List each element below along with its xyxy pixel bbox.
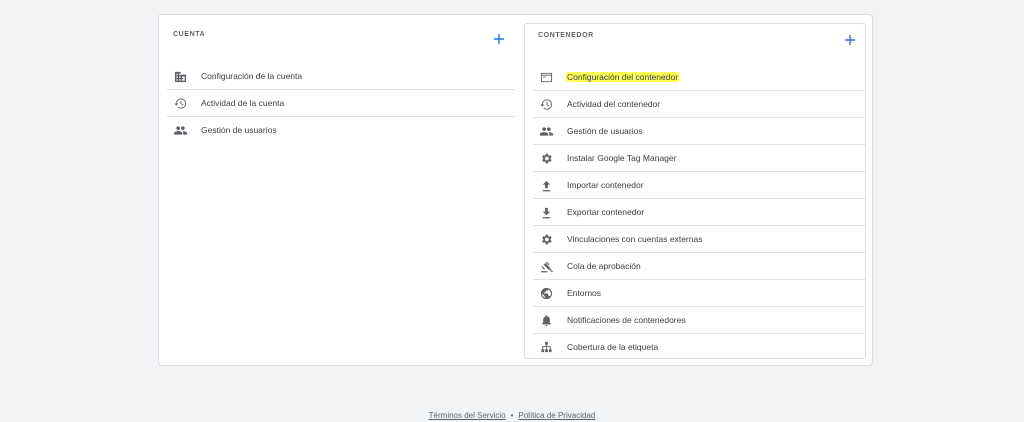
footer-separator: • bbox=[510, 411, 514, 420]
container-menu-item-label: Importar contenedor bbox=[567, 180, 644, 190]
container-section-title: CONTENEDOR bbox=[538, 32, 594, 39]
container-menu-item-label: Cola de aprobación bbox=[567, 261, 641, 271]
globe-icon bbox=[539, 286, 553, 300]
container-menu-item-label: Notificaciones de contenedores bbox=[567, 315, 686, 325]
container-menu-item-1[interactable]: Actividad del contenedor bbox=[533, 91, 865, 118]
container-menu-item-label: Instalar Google Tag Manager bbox=[567, 153, 677, 163]
terms-link[interactable]: Términos del Servicio bbox=[429, 411, 506, 420]
container-menu-list: Configuración del contenedor Actividad de… bbox=[533, 64, 865, 360]
account-menu-item-label: Actividad de la cuenta bbox=[201, 98, 285, 108]
footer: Términos del Servicio • Política de Privac… bbox=[0, 411, 1024, 420]
account-menu-item-1[interactable]: Actividad de la cuenta bbox=[167, 90, 515, 117]
account-section-title: CUENTA bbox=[173, 31, 206, 38]
plus-icon bbox=[494, 34, 504, 44]
account-menu-item-label: Gestión de usuarios bbox=[201, 125, 277, 135]
account-menu-item-2[interactable]: Gestión de usuarios bbox=[167, 117, 515, 143]
container-menu-item-0[interactable]: Configuración del contenedor bbox=[533, 64, 865, 91]
container-menu-item-label: Cobertura de la etiqueta bbox=[567, 342, 659, 352]
container-column: CONTENEDOR Configuración del contenedor A… bbox=[524, 23, 866, 359]
container-menu-item-4[interactable]: Importar contenedor bbox=[533, 172, 865, 199]
web-window-icon bbox=[539, 70, 553, 84]
container-menu-item-5[interactable]: Exportar contenedor bbox=[533, 199, 865, 226]
container-menu-item-7[interactable]: Cola de aprobación bbox=[533, 253, 865, 280]
gavel-icon bbox=[539, 259, 553, 273]
gear-icon bbox=[539, 151, 553, 165]
building-icon bbox=[173, 69, 187, 83]
container-menu-item-10[interactable]: Cobertura de la etiqueta bbox=[533, 334, 865, 360]
container-menu-item-3[interactable]: Instalar Google Tag Manager bbox=[533, 145, 865, 172]
container-menu-item-label: Exportar contenedor bbox=[567, 207, 645, 217]
bell-icon bbox=[539, 313, 553, 327]
history-icon bbox=[539, 97, 553, 111]
container-menu-item-6[interactable]: Vinculaciones con cuentas externas bbox=[533, 226, 865, 253]
people-icon bbox=[539, 124, 553, 138]
people-icon bbox=[173, 123, 187, 137]
plus-icon bbox=[845, 35, 855, 45]
download-icon bbox=[539, 205, 553, 219]
add-container-button[interactable] bbox=[843, 33, 857, 47]
sitemap-icon bbox=[539, 340, 553, 354]
container-menu-item-2[interactable]: Gestión de usuarios bbox=[533, 118, 865, 145]
account-menu-item-label: Configuración de la cuenta bbox=[201, 71, 303, 81]
container-menu-item-label: Vinculaciones con cuentas externas bbox=[567, 234, 703, 244]
container-menu-item-8[interactable]: Entornos bbox=[533, 280, 865, 307]
add-account-button[interactable] bbox=[492, 32, 506, 46]
container-menu-item-label: Actividad del contenedor bbox=[567, 99, 661, 109]
account-menu-list: Configuración de la cuenta Actividad de l… bbox=[167, 63, 523, 143]
history-icon bbox=[173, 96, 187, 110]
container-menu-item-label: Configuración del contenedor bbox=[566, 72, 680, 82]
gear-icon bbox=[539, 232, 553, 246]
container-menu-item-label: Gestión de usuarios bbox=[567, 126, 643, 136]
privacy-link[interactable]: Política de Privacidad bbox=[518, 411, 595, 420]
account-column: CUENTA Configuración de la cuenta Activid… bbox=[159, 15, 523, 365]
upload-icon bbox=[539, 178, 553, 192]
container-menu-item-label: Entornos bbox=[567, 288, 602, 298]
admin-card: CUENTA Configuración de la cuenta Activid… bbox=[158, 14, 873, 366]
account-menu-item-0[interactable]: Configuración de la cuenta bbox=[167, 63, 515, 90]
container-menu-item-9[interactable]: Notificaciones de contenedores bbox=[533, 307, 865, 334]
